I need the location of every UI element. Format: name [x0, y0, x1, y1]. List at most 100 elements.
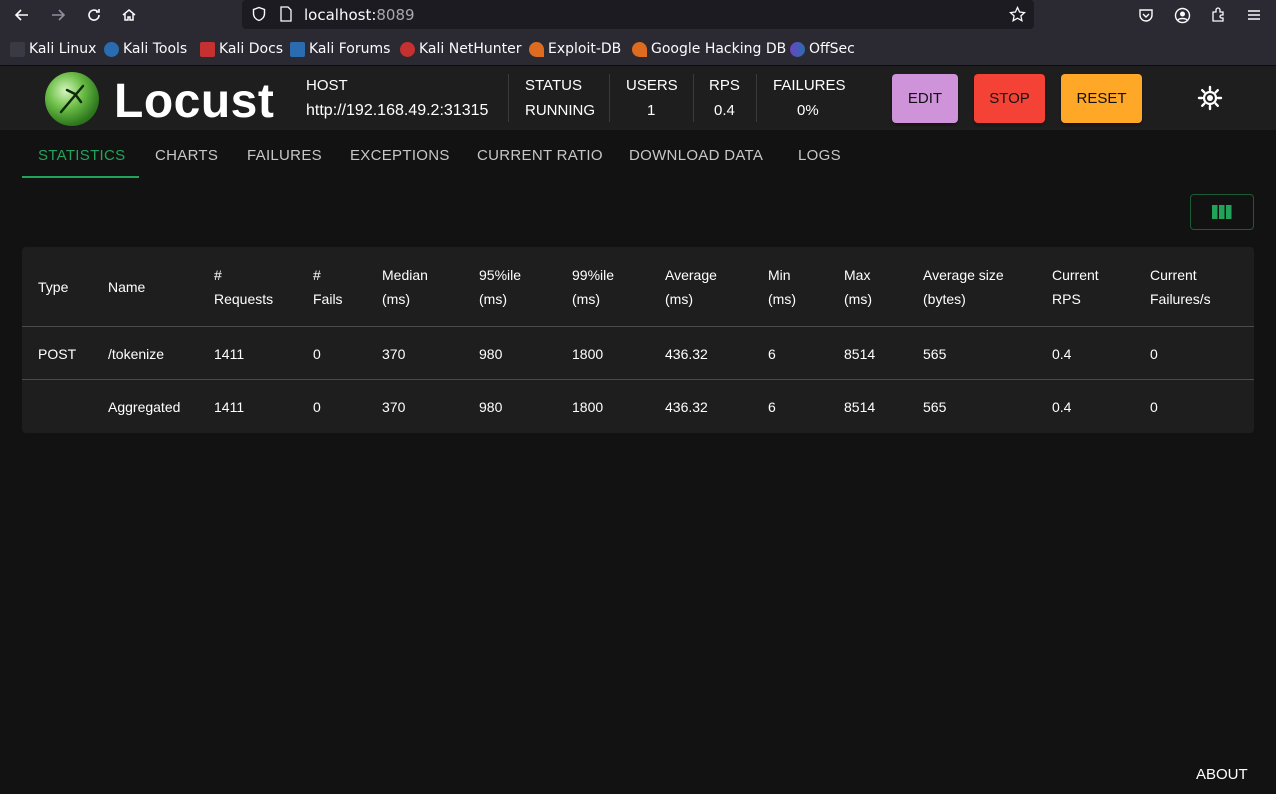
table-header-requests: # Requests: [214, 267, 274, 307]
table-header-max: Max (ms): [844, 267, 872, 307]
app-header: Locust HOST http://192.168.49.2:31315 ST…: [0, 66, 1276, 130]
reset-button[interactable]: RESET: [1061, 74, 1142, 123]
status-value: RUNNING: [525, 102, 595, 119]
table-cell: 1411: [214, 399, 245, 415]
bookmark-kali-nethunter[interactable]: Kali NetHunter: [400, 40, 521, 58]
statistics-table: Type Name # Requests # Fails Median (ms) 95…: [22, 247, 1254, 433]
table-cell: 980: [479, 399, 503, 415]
active-tab-indicator: [22, 176, 139, 178]
bookmark-offsec[interactable]: OffSec: [790, 40, 855, 58]
url-bar[interactable]: localhost:8089: [242, 0, 1034, 29]
kali-forums-icon: [290, 41, 305, 57]
table-divider: [22, 326, 1254, 327]
users-label: USERS: [626, 77, 678, 94]
tab-current-ratio[interactable]: CURRENT RATIO: [477, 147, 603, 164]
menu-icon[interactable]: [1243, 4, 1265, 26]
url-text[interactable]: localhost:8089: [304, 6, 415, 24]
extensions-icon[interactable]: [1207, 4, 1229, 26]
tab-logs[interactable]: LOGS: [798, 147, 841, 164]
ghdb-icon: [632, 41, 647, 57]
rps-label: RPS: [709, 77, 740, 94]
tab-charts[interactable]: CHARTS: [155, 147, 218, 164]
bookmark-google-hacking-db[interactable]: Google Hacking DB: [632, 40, 786, 58]
bookmarks-bar: Kali Linux Kali Tools Kali Docs Kali For…: [0, 30, 1276, 66]
kali-tools-icon: [104, 41, 119, 57]
table-cell: 0.4: [1052, 346, 1072, 362]
bookmark-kali-linux[interactable]: Kali Linux: [10, 40, 96, 58]
failures-value: 0%: [797, 102, 819, 119]
table-cell: 370: [382, 399, 406, 415]
table-header-95ile: 95%ile (ms): [479, 267, 522, 307]
header-divider: [508, 74, 509, 122]
table-cell: 436.32: [665, 399, 708, 415]
app-title: Locust: [114, 75, 275, 128]
tab-exceptions[interactable]: EXCEPTIONS: [350, 147, 450, 164]
table-header-min: Min (ms): [768, 267, 796, 307]
tab-statistics[interactable]: STATISTICS: [38, 147, 125, 164]
table-cell: 0: [313, 399, 321, 415]
table-divider: [22, 379, 1254, 380]
header-divider: [756, 74, 757, 122]
table-cell: 436.32: [665, 346, 708, 362]
edit-button[interactable]: EDIT: [892, 74, 958, 123]
header-divider: [693, 74, 694, 122]
table-cell: /tokenize: [108, 346, 165, 362]
table-cell: 6: [768, 346, 776, 362]
table-cell: 0: [1150, 399, 1158, 415]
table-cell: 8514: [844, 346, 876, 362]
table-cell: 1411: [214, 346, 245, 362]
bookmark-exploit-db[interactable]: Exploit-DB: [529, 40, 621, 58]
kali-docs-icon: [200, 41, 215, 57]
rps-value: 0.4: [714, 102, 735, 119]
table-header-current-failures: Current Failures/s: [1150, 267, 1211, 307]
table-cell: 565: [923, 346, 947, 362]
bookmark-kali-forums[interactable]: Kali Forums: [290, 40, 390, 58]
table-cell: 0: [1150, 346, 1158, 362]
table-header-99ile: 99%ile (ms): [572, 267, 615, 307]
table-cell: 0: [313, 346, 321, 362]
about-button[interactable]: ABOUT: [1196, 766, 1248, 783]
view-column-icon: [1212, 205, 1232, 219]
stop-button[interactable]: STOP: [974, 74, 1045, 123]
bookmark-star-icon[interactable]: [1006, 3, 1028, 25]
table-header-average: Average (ms): [665, 267, 717, 307]
locust-logo-icon: [45, 72, 99, 126]
exploit-db-icon: [529, 41, 544, 57]
shield-icon[interactable]: [248, 3, 270, 25]
offsec-icon: [790, 41, 805, 57]
tab-download-data[interactable]: DOWNLOAD DATA: [629, 147, 763, 164]
back-icon[interactable]: [11, 4, 33, 26]
reload-icon[interactable]: [83, 4, 105, 26]
table-cell: 8514: [844, 399, 876, 415]
pocket-icon[interactable]: [1135, 4, 1157, 26]
table-header-name: Name: [108, 279, 146, 295]
table-cell: 980: [479, 346, 503, 362]
theme-toggle-icon[interactable]: [1197, 85, 1223, 111]
host-value: http://192.168.49.2:31315: [306, 102, 489, 119]
forward-icon[interactable]: [47, 4, 69, 26]
column-selector-button[interactable]: [1190, 194, 1254, 230]
bookmark-kali-docs[interactable]: Kali Docs: [200, 40, 283, 58]
status-label: STATUS: [525, 77, 582, 94]
kali-nethunter-icon: [400, 41, 415, 57]
table-header-type: Type: [38, 279, 69, 295]
host-label: HOST: [306, 77, 348, 94]
table-header-current-rps: Current RPS: [1052, 267, 1099, 307]
table-cell: 565: [923, 399, 947, 415]
tab-failures[interactable]: FAILURES: [247, 147, 322, 164]
bookmark-kali-tools[interactable]: Kali Tools: [104, 40, 187, 58]
table-header-median: Median (ms): [382, 267, 428, 307]
kali-dragon-icon: [10, 41, 25, 57]
failures-label: FAILURES: [773, 77, 846, 94]
home-icon[interactable]: [118, 4, 140, 26]
table-cell: 6: [768, 399, 776, 415]
table-cell: POST: [38, 346, 77, 362]
table-cell: 0.4: [1052, 399, 1072, 415]
users-value: 1: [647, 102, 656, 119]
account-icon[interactable]: [1171, 4, 1193, 26]
table-header-fails: # Fails: [313, 267, 343, 307]
table-cell: 1800: [572, 399, 604, 415]
table-cell: 370: [382, 346, 406, 362]
page-icon[interactable]: [275, 3, 297, 25]
table-header-average-size: Average size (bytes): [923, 267, 1004, 307]
